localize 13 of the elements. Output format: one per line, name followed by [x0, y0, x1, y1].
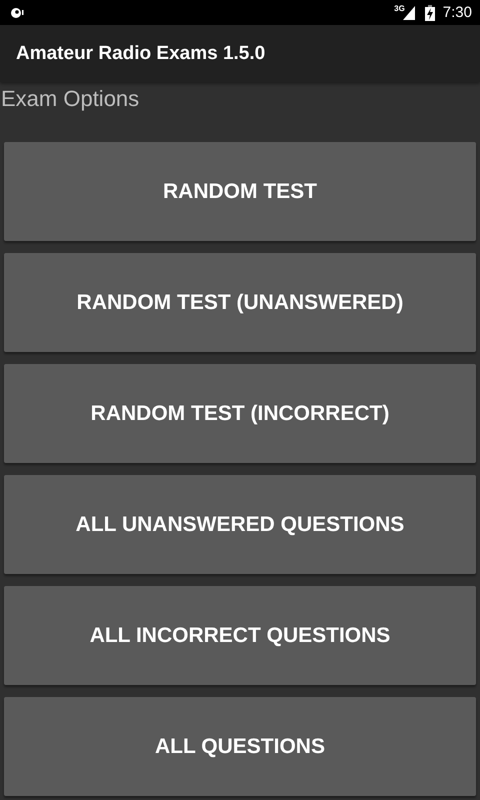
exam-option-button[interactable]: RANDOM TEST	[4, 142, 476, 241]
exam-option-button[interactable]: ALL INCORRECT QUESTIONS	[4, 586, 476, 685]
signal-icon	[402, 6, 415, 20]
notification-icon	[10, 6, 24, 18]
exam-option-button[interactable]: RANDOM TEST (INCORRECT)	[4, 364, 476, 463]
clock: 7:30	[442, 4, 472, 21]
app-title: Amateur Radio Exams 1.5.0	[16, 42, 266, 64]
section-title: Exam Options	[0, 85, 140, 113]
battery-charging-icon	[424, 4, 435, 20]
exam-option-button[interactable]: RANDOM TEST (UNANSWERED)	[4, 253, 476, 352]
exam-option-button[interactable]: ALL QUESTIONS	[4, 697, 476, 796]
exam-option-button[interactable]: ALL UNANSWERED QUESTIONS	[4, 475, 476, 574]
network-type: 3G	[394, 4, 405, 13]
